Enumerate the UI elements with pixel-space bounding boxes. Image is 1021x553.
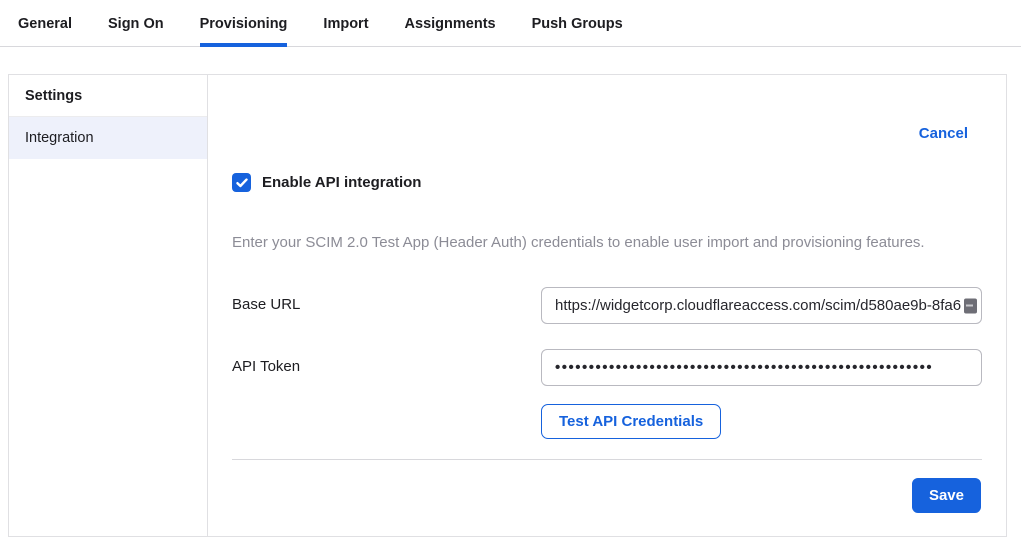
sidebar-heading: Settings <box>9 75 207 117</box>
save-button[interactable]: Save <box>912 478 981 513</box>
test-api-credentials-button[interactable]: Test API Credentials <box>541 404 721 439</box>
tab-assignments[interactable]: Assignments <box>405 0 496 47</box>
form-footer-divider <box>232 459 982 460</box>
provisioning-panel: Settings Integration Cancel Enable API i… <box>8 74 1007 537</box>
credentials-description: Enter your SCIM 2.0 Test App (Header Aut… <box>232 234 982 251</box>
text-cursor-marker <box>964 298 977 313</box>
enable-api-integration-checkbox[interactable] <box>232 173 251 192</box>
api-token-label: API Token <box>232 349 541 386</box>
form-footer-actions: Save <box>232 478 982 513</box>
tab-provisioning[interactable]: Provisioning <box>200 0 288 47</box>
base-url-row: Base URL <box>232 287 982 324</box>
integration-settings-form: Cancel Enable API integration Enter your… <box>208 75 1006 536</box>
form-header-actions: Cancel <box>232 125 982 143</box>
api-token-input[interactable] <box>541 349 982 386</box>
sidebar-item-integration[interactable]: Integration <box>9 117 207 159</box>
tab-sign-on[interactable]: Sign On <box>108 0 164 47</box>
tab-general[interactable]: General <box>18 0 72 47</box>
app-tab-bar: General Sign On Provisioning Import Assi… <box>0 0 1021 47</box>
base-url-input[interactable] <box>541 287 982 324</box>
api-token-input-wrap <box>541 349 982 386</box>
checkmark-icon <box>236 178 248 188</box>
enable-api-integration-label: Enable API integration <box>262 174 421 191</box>
tab-import[interactable]: Import <box>323 0 368 47</box>
api-token-row: API Token <box>232 349 982 386</box>
tab-push-groups[interactable]: Push Groups <box>532 0 623 47</box>
cancel-button[interactable]: Cancel <box>919 125 968 142</box>
settings-sidebar: Settings Integration <box>9 75 208 536</box>
base-url-label: Base URL <box>232 287 541 324</box>
test-credentials-row: Test API Credentials <box>232 404 982 439</box>
enable-api-integration-row: Enable API integration <box>232 173 982 192</box>
base-url-input-wrap <box>541 287 982 324</box>
